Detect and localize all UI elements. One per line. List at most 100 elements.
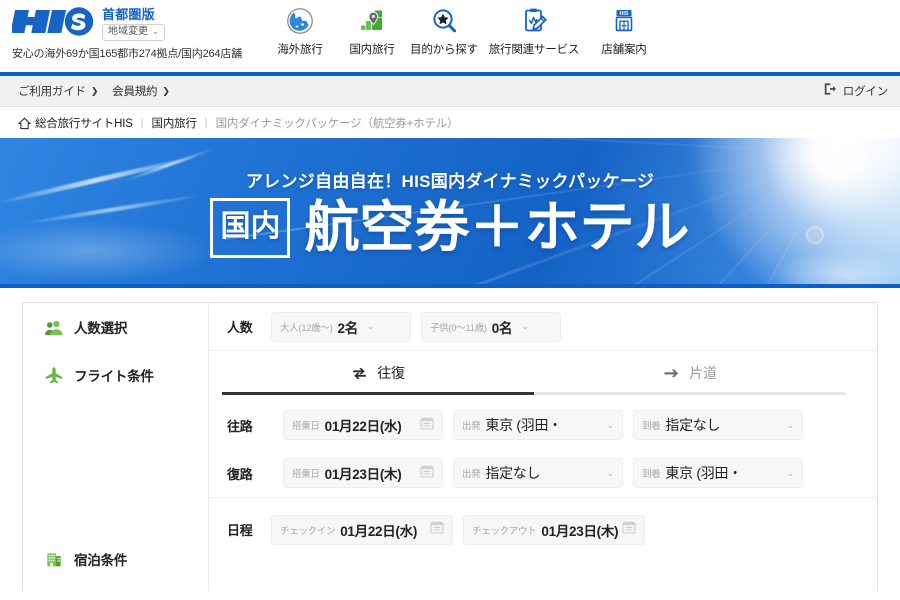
- tab-round-trip[interactable]: 往復: [222, 357, 534, 395]
- calendar-icon: [622, 520, 636, 539]
- chevron-right-icon: ❯: [90, 85, 99, 96]
- children-label: 子供(0〜11歳): [430, 322, 487, 334]
- return-date-value: 01月23日(木): [324, 467, 402, 482]
- return-date-label: 搭乗日: [292, 469, 320, 480]
- map-pin-icon: [358, 4, 386, 38]
- calendar-icon: [420, 464, 434, 483]
- row-outbound-flight: 往路 搭乗日 01月22日(水) 出発 東京 (羽田・ ⌄ 到着 指定なし ⌄: [209, 401, 877, 449]
- flight-rows: 往路 搭乗日 01月22日(水) 出発 東京 (羽田・ ⌄ 到着 指定なし ⌄ …: [209, 395, 877, 497]
- section-passenger-select: 人数選択: [23, 317, 127, 337]
- util-link-member-terms[interactable]: 会員規約 ❯: [112, 83, 170, 99]
- storefront-his-icon: HIS: [610, 4, 638, 38]
- his-logo-link[interactable]: [12, 6, 94, 36]
- tab-label: 片道: [689, 365, 717, 381]
- return-departure-select[interactable]: 出発 指定なし ⌄: [453, 458, 623, 488]
- outbound-date-field[interactable]: 搭乗日 01月22日(水): [283, 410, 443, 440]
- nav-item-search-by-purpose[interactable]: 目的から探す: [408, 4, 480, 57]
- children-select[interactable]: 子供(0〜11歳) 0名 ⌄: [421, 311, 561, 342]
- tab-one-way[interactable]: 片道: [534, 357, 846, 395]
- breadcrumb: 総合旅行サイトHIS | 国内旅行 | 国内ダイナミックパッケージ（航空券+ホテ…: [0, 107, 900, 138]
- nav-item-overseas-travel[interactable]: 海外旅行: [264, 4, 336, 57]
- return-departure-label: 出発: [462, 469, 481, 480]
- outbound-date-value: 01月22日(水): [324, 419, 402, 434]
- his-logo: [12, 7, 94, 36]
- calendar-icon: [420, 416, 434, 435]
- global-nav: 海外旅行 国内旅行 目的から探す 旅行関連サービス HIS 店舗案内: [264, 0, 660, 57]
- return-date-field[interactable]: 搭乗日 01月23日(木): [283, 458, 443, 488]
- chevron-down-icon: ⌄: [786, 419, 794, 430]
- home-icon: [17, 117, 32, 129]
- chevron-down-icon: ⌄: [786, 467, 794, 478]
- row-return-flight: 復路 搭乗日 01月23日(木) 出発 指定なし ⌄ 到着 東京 (羽田・ ⌄: [209, 449, 877, 497]
- nav-item-domestic-travel[interactable]: 国内旅行: [336, 4, 408, 57]
- section-label: 人数選択: [74, 321, 128, 336]
- nav-label: 旅行関連サービス: [488, 44, 580, 56]
- login-door-icon: [823, 82, 837, 101]
- search-panel: 人数選択 フライト条件 宿泊条件 人数 大人(12歳〜) 2名 ⌄ 子供(0〜1…: [22, 302, 878, 591]
- outbound-arrival-value: 指定なし: [665, 417, 721, 433]
- util-link-label: ご利用ガイド: [18, 86, 86, 98]
- nav-label: 目的から探す: [410, 44, 478, 56]
- util-link-label: 会員規約: [112, 86, 158, 98]
- nav-item-travel-services[interactable]: 旅行関連サービス: [480, 4, 588, 57]
- row-label-passengers: 人数: [227, 320, 253, 335]
- region-title: 首都圏版: [102, 7, 155, 22]
- tab-label: 往復: [377, 365, 405, 381]
- section-label: 宿泊条件: [74, 553, 128, 568]
- star-magnifier-icon: [430, 4, 458, 38]
- outbound-departure-select[interactable]: 出発 東京 (羽田・ ⌄: [453, 410, 623, 440]
- breadcrumb-item-home[interactable]: 総合旅行サイトHIS: [17, 115, 133, 131]
- chevron-down-icon: ⌄: [152, 27, 159, 36]
- login-label: ログイン: [842, 86, 888, 98]
- airplane-icon: [45, 366, 63, 384]
- row-stay-dates: 日程 チェックイン 01月22日(水) チェックアウト 01月23日(木): [209, 497, 877, 561]
- checkout-date-field[interactable]: チェックアウト 01月23日(木): [463, 514, 645, 545]
- calendar-icon: [430, 520, 444, 539]
- outbound-date-label: 搭乗日: [292, 421, 320, 432]
- checkin-label: チェックイン: [280, 525, 336, 537]
- region-change-button[interactable]: 地域変更 ⌄: [102, 24, 165, 41]
- outbound-arrival-select[interactable]: 到着 指定なし ⌄: [633, 410, 803, 440]
- nav-label: 国内旅行: [349, 44, 395, 56]
- checkin-value: 01月22日(水): [340, 523, 418, 539]
- nav-label: 店舗案内: [601, 44, 647, 56]
- return-arrival-value: 東京 (羽田・: [665, 465, 742, 481]
- adults-select[interactable]: 大人(12歳〜) 2名 ⌄: [271, 311, 411, 342]
- checkout-label: チェックアウト: [472, 525, 537, 537]
- globe-icon: [286, 4, 314, 38]
- row-passengers: 人数 大人(12歳〜) 2名 ⌄ 子供(0〜11歳) 0名 ⌄: [209, 303, 877, 351]
- search-panel-sections: 人数選択 フライト条件 宿泊条件: [23, 303, 209, 591]
- chevron-down-icon: ⌄: [366, 321, 375, 331]
- breadcrumb-separator: |: [204, 116, 208, 129]
- brand-tagline: 安心の海外69か国165都市274拠点/国内264店舗: [12, 48, 242, 60]
- svg-text:HIS: HIS: [619, 11, 628, 17]
- outbound-departure-label: 出発: [462, 421, 481, 432]
- site-header: 首都圏版 地域変更 ⌄ 安心の海外69か国165都市274拠点/国内264店舗: [0, 0, 900, 72]
- hero-banner: アレンジ自由自在！HIS国内ダイナミックパッケージ 国内 航空券＋ホテル: [0, 138, 900, 288]
- chevron-down-icon: ⌄: [606, 467, 614, 478]
- section-flight-conditions: フライト条件: [23, 365, 154, 385]
- children-value: 0名: [491, 320, 513, 336]
- adults-value: 2名: [337, 320, 359, 336]
- outbound-departure-value: 東京 (羽田・: [485, 417, 562, 433]
- nav-item-store-guide[interactable]: HIS 店舗案内: [588, 4, 660, 57]
- row-label-stay: 日程: [227, 523, 253, 538]
- checkout-value: 01月23日(木): [541, 523, 619, 539]
- trip-type-tabs: 往復 片道: [209, 351, 877, 395]
- util-link-user-guide[interactable]: ご利用ガイド ❯: [18, 83, 98, 99]
- breadcrumb-label: 総合旅行サイトHIS: [35, 117, 133, 130]
- utility-bar: ご利用ガイド ❯ 会員規約 ❯ ログイン: [0, 76, 900, 107]
- checkin-date-field[interactable]: チェックイン 01月22日(水): [271, 514, 453, 545]
- hero-badge: 国内: [210, 197, 291, 258]
- search-panel-fields: 人数 大人(12歳〜) 2名 ⌄ 子供(0〜11歳) 0名 ⌄ 往復 片道 往路…: [209, 303, 877, 591]
- round-trip-icon: [351, 366, 368, 381]
- login-button[interactable]: ログイン: [823, 82, 888, 101]
- chevron-right-icon: ❯: [162, 85, 170, 96]
- return-departure-value: 指定なし: [485, 465, 541, 481]
- clipboard-pen-icon: [520, 4, 548, 38]
- breadcrumb-item-domestic[interactable]: 国内旅行: [152, 115, 197, 131]
- one-way-icon: [663, 366, 680, 381]
- row-label-outbound: 往路: [227, 418, 253, 434]
- search-panel-wrapper: 人数選択 フライト条件 宿泊条件 人数 大人(12歳〜) 2名 ⌄ 子供(0〜1…: [0, 288, 900, 591]
- return-arrival-select[interactable]: 到着 東京 (羽田・ ⌄: [633, 458, 803, 488]
